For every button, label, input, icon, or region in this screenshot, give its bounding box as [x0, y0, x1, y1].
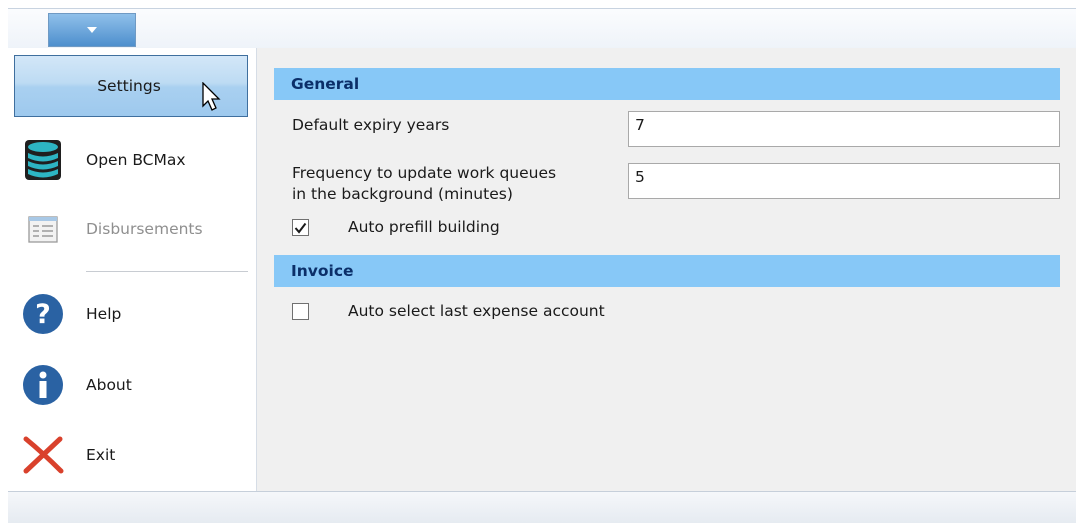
nav-label-disbursements: Disbursements	[86, 220, 203, 238]
nav-divider	[86, 271, 248, 272]
status-bar	[8, 491, 1076, 523]
settings-label: Settings	[97, 77, 161, 95]
nav-label-exit: Exit	[86, 446, 116, 464]
auto-select-expense-label: Auto select last expense account	[348, 302, 605, 320]
nav-open-bcmax[interactable]: Open BCMax	[14, 133, 248, 187]
nav-exit[interactable]: Exit	[14, 428, 248, 482]
expiry-years-input[interactable]: 7	[628, 111, 1060, 147]
auto-prefill-checkbox[interactable]	[292, 219, 309, 236]
nav-label-help: Help	[86, 305, 122, 323]
frequency-input[interactable]: 5	[628, 163, 1060, 199]
nav-label-about: About	[86, 376, 132, 394]
general-section-title: General	[291, 75, 360, 93]
list-document-icon	[14, 202, 72, 256]
settings-content-panel: General Default expiry years 7 Frequency…	[257, 48, 1076, 491]
nav-help[interactable]: ? Help	[14, 287, 248, 341]
invoice-section-header: Invoice	[274, 255, 1060, 287]
checkmark-icon	[294, 222, 307, 234]
general-section-header: General	[274, 68, 1060, 100]
svg-text:?: ?	[35, 299, 51, 330]
info-icon	[14, 358, 72, 412]
dropdown-arrow-icon	[87, 27, 97, 33]
nav-about[interactable]: About	[14, 358, 248, 412]
question-icon: ?	[14, 287, 72, 341]
invoice-section-title: Invoice	[291, 262, 354, 280]
frequency-label-line1: Frequency to update work queues	[292, 164, 557, 182]
top-ribbon-strip	[8, 8, 1076, 49]
nav-label-open-bcmax: Open BCMax	[86, 151, 186, 169]
application-menu-button[interactable]	[48, 13, 136, 47]
close-x-icon	[14, 428, 72, 482]
backstage-navigation: Settings Open BCMax Disbursements ? Help…	[8, 48, 257, 491]
auto-prefill-label: Auto prefill building	[348, 218, 500, 236]
nav-disbursements[interactable]: Disbursements	[14, 202, 248, 256]
expiry-years-label: Default expiry years	[292, 116, 450, 134]
mouse-pointer-icon	[202, 82, 221, 111]
frequency-label-line2: in the background (minutes)	[292, 185, 513, 203]
auto-select-expense-checkbox[interactable]	[292, 303, 309, 320]
database-icon	[14, 133, 72, 187]
